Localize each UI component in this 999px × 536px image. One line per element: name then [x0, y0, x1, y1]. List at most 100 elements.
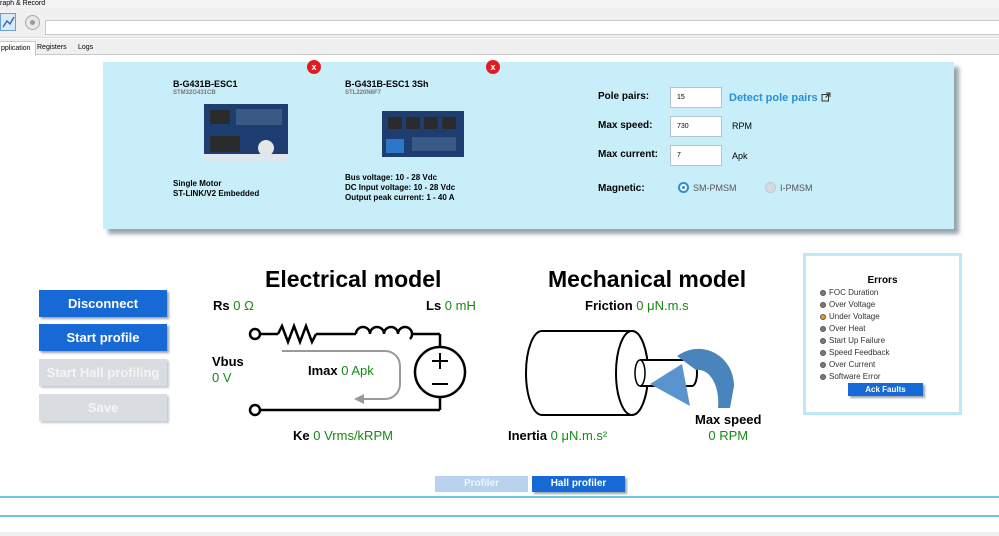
- start-profile-button[interactable]: Start profile: [39, 324, 167, 351]
- radio-i-pmsm[interactable]: [765, 182, 776, 193]
- status-led-icon: [820, 325, 826, 332]
- error-label: Over Heat: [829, 324, 866, 333]
- error-label: Over Current: [829, 360, 876, 369]
- board1-pcb-drawing: [204, 104, 288, 162]
- error-under-voltage: Under Voltage: [820, 312, 880, 321]
- window-title: raph & Record: [0, 0, 999, 8]
- status-led-icon: [820, 373, 826, 380]
- board1-desc-line: ST-LINK/V2 Embedded: [173, 189, 260, 198]
- errors-panel: Errors FOC Duration Over Voltage Under V…: [803, 253, 962, 415]
- error-foc-duration: FOC Duration: [820, 288, 878, 297]
- max-speed-unit: RPM: [732, 121, 752, 131]
- ke-value: 0 Vrms/kRPM: [313, 428, 393, 443]
- close-board1-button[interactable]: x: [307, 60, 321, 74]
- tab-profiler[interactable]: Profiler: [435, 476, 528, 492]
- disconnect-button[interactable]: Disconnect: [39, 290, 167, 317]
- mechanical-model-title: Mechanical model: [548, 266, 747, 292]
- error-label: Under Voltage: [829, 312, 880, 321]
- max-speed-label: Max speed:: [598, 120, 653, 131]
- error-software-error: Software Error: [820, 372, 881, 381]
- error-over-voltage: Over Voltage: [820, 300, 875, 309]
- error-start-up-failure: Start Up Failure: [820, 336, 885, 345]
- inertia-label: Inertia: [508, 428, 548, 443]
- status-led-icon: [820, 313, 826, 320]
- external-link-icon: [821, 92, 831, 102]
- error-label: Start Up Failure: [829, 336, 886, 345]
- board1-chip: STM32G431CB: [173, 90, 216, 96]
- max-current-input[interactable]: 7: [670, 145, 722, 166]
- board2-chip: STL220N6F7: [345, 90, 382, 96]
- board2-pcb-drawing: [382, 111, 464, 157]
- electrical-model-title: Electrical model: [265, 266, 442, 292]
- board2-desc-line: DC Input voltage: 10 - 28 Vdc: [345, 183, 456, 192]
- start-hall-profiling-button[interactable]: Start Hall profiling: [39, 359, 167, 386]
- motor-diagram: [525, 330, 734, 416]
- tab-logs[interactable]: Logs: [74, 41, 97, 55]
- board1-desc: Single Motor ST-LINK/V2 Embedded: [173, 179, 259, 199]
- board2-desc-line: Output peak current: 1 - 40 A: [345, 193, 455, 202]
- chart-icon-button[interactable]: [0, 13, 16, 31]
- board2-desc-line: Bus voltage: 10 - 28 Vdc: [345, 173, 438, 182]
- toolbar: [0, 8, 999, 38]
- progress-bar: [0, 496, 999, 517]
- board2-desc: Bus voltage: 10 - 28 Vdc DC Input voltag…: [345, 173, 455, 203]
- error-speed-feedback: Speed Feedback: [820, 348, 890, 357]
- tab-hall-profiler[interactable]: Hall profiler: [532, 476, 625, 492]
- tab-application-label: pplication: [1, 45, 31, 52]
- tab-registers-label: Registers: [37, 44, 67, 51]
- inertia-value: 0 μN.m.s²: [550, 428, 608, 443]
- electrical-circuit-diagram: [248, 322, 467, 417]
- board1-name: B-G431B-ESC1: [173, 79, 238, 89]
- ack-faults-button[interactable]: Ack Faults: [848, 383, 923, 396]
- tab-bar: pplication Registers Logs: [0, 39, 999, 56]
- max-current-unit: Apk: [732, 151, 748, 161]
- error-over-heat: Over Heat: [820, 324, 865, 333]
- application-content: x B-G431B-ESC1 STM32G431CB Single Motor …: [0, 56, 999, 536]
- error-label: FOC Duration: [829, 288, 879, 297]
- status-strip: [0, 532, 999, 536]
- board1-image: [204, 104, 288, 162]
- radio-sm-pmsm-label: SM-PMSM: [693, 183, 737, 193]
- friction-readout: Friction 0 μN.m.s: [585, 298, 689, 313]
- status-led-icon: [820, 349, 826, 356]
- tab-logs-label: Logs: [78, 44, 94, 51]
- radio-sm-pmsm[interactable]: [678, 182, 689, 193]
- status-led-icon: [820, 361, 826, 368]
- detect-pole-pairs-link[interactable]: Detect pole pairs: [729, 92, 831, 104]
- ke-readout: Ke 0 Vrms/kRPM: [293, 428, 393, 443]
- rs-value: 0 Ω: [233, 298, 254, 313]
- max-speed-input[interactable]: 730: [670, 116, 722, 137]
- error-over-current: Over Current: [820, 360, 875, 369]
- window-title-text: raph & Record: [0, 0, 46, 7]
- status-led-icon: [820, 337, 826, 344]
- radio-i-pmsm-label: I-PMSM: [780, 183, 813, 193]
- errors-title: Errors: [867, 275, 898, 286]
- magnetic-label: Magnetic:: [598, 183, 645, 194]
- ls-label: Ls: [426, 298, 442, 313]
- rs-readout: Rs 0 Ω: [213, 298, 254, 313]
- pole-pairs-label: Pole pairs:: [598, 91, 650, 102]
- close-icon: x: [490, 62, 496, 72]
- status-led-icon: [820, 289, 826, 296]
- ls-readout: Ls 0 mH: [426, 298, 476, 313]
- close-board2-button[interactable]: x: [486, 60, 500, 74]
- ke-label: Ke: [293, 428, 310, 443]
- board-panel: x B-G431B-ESC1 STM32G431CB Single Motor …: [103, 60, 954, 229]
- tab-registers[interactable]: Registers: [33, 41, 71, 55]
- board2-name: B-G431B-ESC1 3Sh: [345, 79, 429, 89]
- detect-pole-pairs-label: Detect pole pairs: [729, 92, 818, 104]
- rs-label: Rs: [213, 298, 230, 313]
- error-label: Over Voltage: [829, 300, 876, 309]
- board1-desc-line: Single Motor: [173, 179, 222, 188]
- ls-value: 0 mH: [444, 298, 476, 313]
- error-label: Speed Feedback: [829, 348, 890, 357]
- save-button[interactable]: Save: [39, 394, 167, 421]
- tab-application[interactable]: pplication: [0, 41, 36, 56]
- record-button[interactable]: [25, 15, 40, 30]
- friction-label: Friction: [585, 298, 633, 313]
- friction-value: 0 μN.m.s: [636, 298, 689, 313]
- chart-icon: [2, 16, 15, 28]
- toolbar-path-field[interactable]: [45, 20, 999, 35]
- max-current-label: Max current:: [598, 149, 659, 160]
- pole-pairs-input[interactable]: 15: [670, 87, 722, 108]
